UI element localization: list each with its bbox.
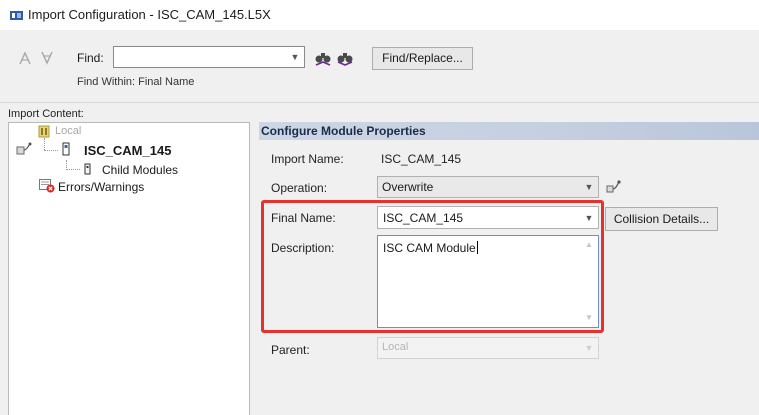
tree-connector [66,169,80,170]
operation-dropdown[interactable]: Overwrite [377,176,599,198]
parent-dropdown-arrow-icon: ▼ [584,343,594,353]
previous-match-icon[interactable] [18,50,32,66]
child-module-icon [84,163,91,175]
find-down-binoculars-icon[interactable] [336,48,354,66]
window-title: Import Configuration - ISC_CAM_145.L5X [28,7,271,22]
import-name-label: Import Name: [271,152,344,166]
find-up-binoculars-icon[interactable] [314,48,332,66]
local-chassis-icon [38,125,50,138]
find-within-label: Find Within: Final Name [77,76,195,88]
errors-warnings-icon [39,179,55,193]
connection-icon [16,142,32,155]
section-title: Configure Module Properties [261,124,426,138]
find-input[interactable] [113,46,305,68]
import-content-label: Import Content: [8,108,84,120]
highlight-annotation [261,200,604,333]
collision-details-button[interactable]: Collision Details... [605,207,718,231]
operation-dropdown-arrow-icon[interactable]: ▼ [582,179,596,195]
next-match-icon[interactable] [40,50,54,66]
operation-value: Overwrite [382,180,434,194]
go-online-icon[interactable] [606,179,621,194]
find-label: Find: [77,51,104,65]
module-icon [62,142,70,156]
parent-value: Local [382,341,409,353]
toolbar-divider [0,102,759,103]
tree-connector [44,150,58,151]
import-window-icon [10,11,23,20]
tree-connector [44,138,45,150]
tree-item-errors-warnings[interactable]: Errors/Warnings [58,180,144,194]
find-replace-button[interactable]: Find/Replace... [372,47,473,70]
find-dropdown-arrow-icon[interactable]: ▼ [288,49,302,65]
tree-item-local[interactable]: Local [55,125,81,137]
tree-item-module[interactable]: ISC_CAM_145 [84,143,171,158]
operation-label: Operation: [271,181,328,195]
parent-dropdown: Local [377,337,599,359]
import-name-value: ISC_CAM_145 [381,152,462,166]
tree-item-child-modules[interactable]: Child Modules [102,163,178,177]
parent-label: Parent: [271,343,310,357]
